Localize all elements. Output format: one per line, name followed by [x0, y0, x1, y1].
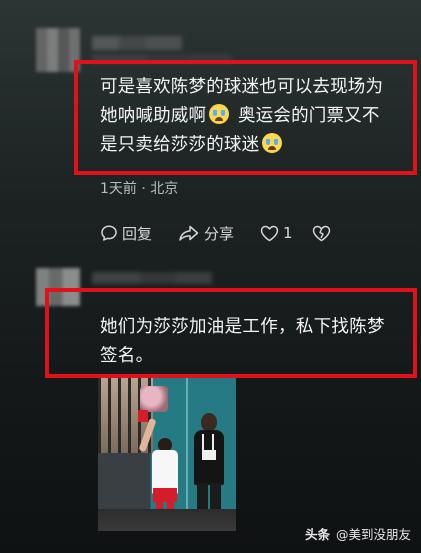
- watermark-brand: 头条: [304, 527, 330, 542]
- reply-button[interactable]: 回复: [100, 223, 178, 244]
- comment-fragment: 奥运会的门票又不: [232, 106, 380, 126]
- broken-heart-icon: [312, 225, 331, 241]
- comment-line: 是只卖给莎莎的球迷: [100, 131, 416, 160]
- reply-label: 回复: [122, 224, 153, 243]
- like-button[interactable]: 1: [260, 224, 312, 242]
- comment-photo[interactable]: [98, 378, 236, 531]
- like-count: 1: [283, 224, 293, 242]
- reply-icon: [101, 225, 117, 241]
- comment-actions: 回复 分享 1: [100, 223, 331, 243]
- comment-meta: 1天前 · 北京: [100, 181, 179, 197]
- comment-line: 签名。: [100, 346, 154, 366]
- comment-line: 她呐喊助威啊 奥运会的门票又不: [100, 102, 416, 131]
- comment-text: 可是喜欢陈梦的球迷也可以去现场为 她呐喊助威啊 奥运会的门票又不 是只卖给莎莎的…: [100, 73, 416, 160]
- username-blurred[interactable]: [92, 36, 182, 50]
- crying-face-icon: [209, 104, 230, 124]
- heart-icon: [260, 225, 279, 241]
- share-icon: [179, 225, 199, 241]
- username-blurred[interactable]: [92, 272, 212, 284]
- watermark: 头条 @美到没朋友: [305, 524, 411, 543]
- comment-line: 她们为莎莎加油是工作，私下找陈梦: [100, 317, 385, 337]
- crying-face-icon: [262, 133, 283, 153]
- share-label: 分享: [204, 224, 235, 243]
- share-button[interactable]: 分享: [178, 223, 260, 244]
- comment-fragment: 她呐喊助威啊: [100, 106, 207, 126]
- watermark-handle: @美到没朋友: [335, 527, 411, 542]
- dislike-button[interactable]: [312, 225, 331, 242]
- comment-fragment: 是只卖给莎莎的球迷: [100, 135, 260, 155]
- comment-text: 她们为莎莎加油是工作，私下找陈梦 签名。: [100, 313, 412, 371]
- comment-line: 可是喜欢陈梦的球迷也可以去现场为: [100, 77, 384, 97]
